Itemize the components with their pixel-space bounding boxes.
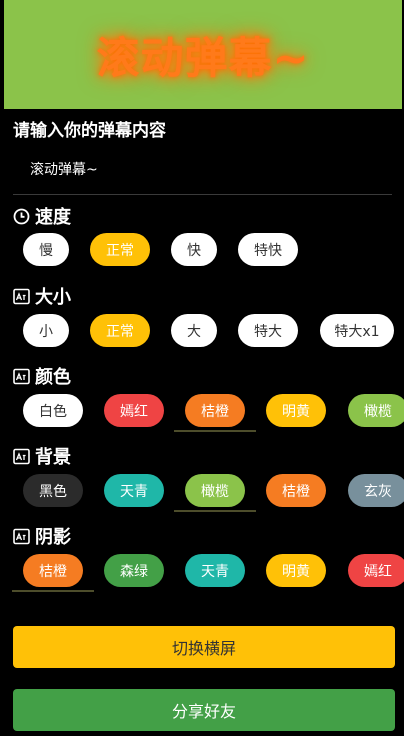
speed-section-title: 速度 xyxy=(13,203,71,229)
speed-option-slow[interactable]: 慢 xyxy=(23,233,69,266)
share-friends-button[interactable]: 分享好友 xyxy=(13,689,395,731)
shadow-title: 阴影 xyxy=(35,527,71,548)
size-options: 小 正常 大 特大 特大x1 xyxy=(0,310,404,350)
shadow-option-forest-green[interactable]: 森绿 xyxy=(104,554,164,587)
size-option-large[interactable]: 大 xyxy=(171,314,217,347)
color-options: 白色 嫣红 桔橙 明黄 橄榄 xyxy=(0,390,404,430)
text-size-icon xyxy=(13,528,30,545)
background-options: 黑色 天青 橄榄 桔橙 玄灰 xyxy=(0,470,404,510)
input-prompt-label: 请输入你的弹幕内容 xyxy=(13,121,166,141)
shadow-option-crimson[interactable]: 嫣红 xyxy=(348,554,404,587)
size-title: 大小 xyxy=(35,287,71,308)
background-option-black[interactable]: 黑色 xyxy=(23,474,83,507)
background-option-orange[interactable]: 桔橙 xyxy=(266,474,326,507)
background-option-cyan[interactable]: 天青 xyxy=(104,474,164,507)
color-title: 颜色 xyxy=(35,367,71,388)
background-section-title: 背景 xyxy=(13,443,71,469)
color-option-yellow[interactable]: 明黄 xyxy=(266,394,326,427)
color-section-title: 颜色 xyxy=(13,363,71,389)
shadow-option-yellow[interactable]: 明黄 xyxy=(266,554,326,587)
background-title: 背景 xyxy=(35,447,71,468)
speed-title: 速度 xyxy=(35,207,71,228)
shadow-option-cyan[interactable]: 天青 xyxy=(185,554,245,587)
speed-option-normal[interactable]: 正常 xyxy=(90,233,150,266)
size-section-title: 大小 xyxy=(13,283,71,309)
shadow-option-orange[interactable]: 桔橙 xyxy=(23,554,83,587)
background-selected-indicator xyxy=(174,510,256,512)
background-option-olive[interactable]: 橄榄 xyxy=(185,474,245,507)
speed-option-very-fast[interactable]: 特快 xyxy=(238,233,298,266)
text-size-icon xyxy=(13,288,30,305)
color-selected-indicator xyxy=(174,430,256,432)
danmaku-text-input[interactable] xyxy=(13,150,392,188)
text-size-icon xyxy=(13,448,30,465)
danmaku-input-wrapper xyxy=(13,150,392,195)
size-option-extra-large[interactable]: 特大 xyxy=(238,314,298,347)
size-option-extra-large-x1[interactable]: 特大x1 xyxy=(320,314,394,347)
text-size-icon xyxy=(13,368,30,385)
preview-text: 滚动弹幕~ xyxy=(96,33,310,84)
shadow-options: 桔橙 森绿 天青 明黄 嫣红 xyxy=(0,550,404,590)
speed-options: 慢 正常 快 特快 xyxy=(0,229,404,269)
clock-icon xyxy=(13,208,30,225)
background-option-slate[interactable]: 玄灰 xyxy=(348,474,404,507)
speed-option-fast[interactable]: 快 xyxy=(171,233,217,266)
size-option-normal[interactable]: 正常 xyxy=(90,314,150,347)
color-option-orange[interactable]: 桔橙 xyxy=(185,394,245,427)
size-option-small[interactable]: 小 xyxy=(23,314,69,347)
toggle-landscape-button[interactable]: 切换横屏 xyxy=(13,626,395,668)
color-option-olive[interactable]: 橄榄 xyxy=(348,394,404,427)
shadow-section-title: 阴影 xyxy=(13,523,71,549)
shadow-selected-indicator xyxy=(12,590,94,592)
danmaku-preview: 滚动弹幕~ xyxy=(4,0,402,109)
color-option-white[interactable]: 白色 xyxy=(23,394,83,427)
color-option-crimson[interactable]: 嫣红 xyxy=(104,394,164,427)
